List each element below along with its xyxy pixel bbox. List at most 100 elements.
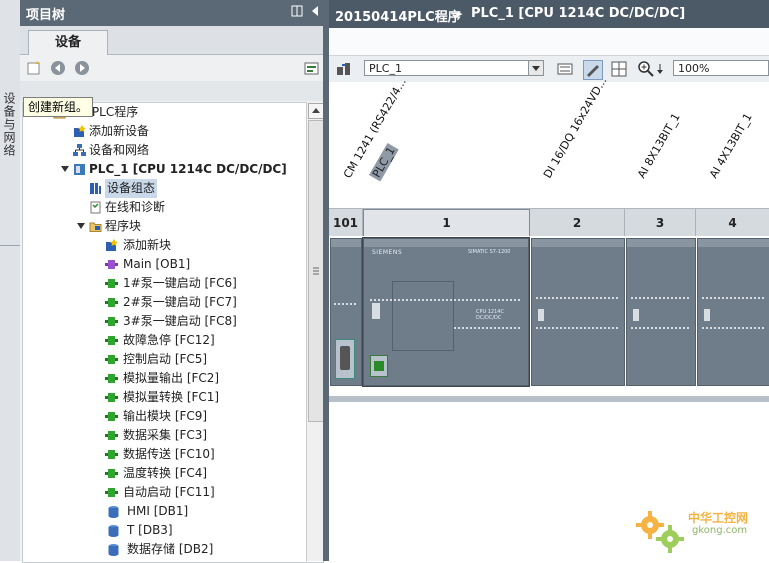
- fc-block-icon: [105, 410, 118, 423]
- tree-scrollbar[interactable]: [306, 102, 324, 561]
- tree-item-label: 数据传送 [FC10]: [123, 447, 215, 461]
- forward-icon[interactable]: [74, 60, 90, 76]
- tree-item-device-config[interactable]: 设备组态: [27, 179, 317, 198]
- fc-block-icon: [105, 486, 118, 499]
- side-strip-label[interactable]: 设备与网络: [2, 92, 18, 157]
- tree-item-add-device[interactable]: 添加新设备: [27, 122, 317, 141]
- fc-block-icon: [105, 391, 118, 404]
- tree-item-label: 程序块: [105, 219, 142, 233]
- side-strip-divider: [0, 245, 20, 246]
- fc-block-icon: [105, 296, 118, 309]
- slot-4[interactable]: 4: [696, 209, 769, 237]
- db-block-icon: [107, 524, 120, 537]
- fc-block-icon: [105, 353, 118, 366]
- module-ai4x13bit[interactable]: [697, 238, 769, 386]
- tree-item-label: 数据存储 [DB2]: [127, 542, 214, 556]
- device-config-icon: [89, 182, 102, 195]
- chevron-down-icon[interactable]: [528, 61, 543, 75]
- tree-item-ob-block[interactable]: Main [OB1]: [27, 255, 317, 274]
- expand-arrow-icon[interactable]: [77, 223, 85, 229]
- split-view-icon[interactable]: [290, 5, 304, 19]
- tree-item-db-block[interactable]: HMI [DB1]: [27, 502, 317, 521]
- side-strip: 设备与网络: [0, 0, 21, 561]
- device-select[interactable]: PLC_1: [364, 60, 544, 76]
- tree-item-fc-block[interactable]: 模拟量转换 [FC1]: [27, 388, 317, 407]
- slot-3[interactable]: 3: [625, 209, 696, 237]
- tree-item-label: Main [OB1]: [123, 257, 191, 271]
- tree-item-fc-block[interactable]: 2#泵一键启动 [FC7]: [27, 293, 317, 312]
- tree-item-fc-block[interactable]: 模拟量输出 [FC2]: [27, 369, 317, 388]
- tree-item-fc-block[interactable]: 输出模块 [FC9]: [27, 407, 317, 426]
- module-top-strip: [331, 239, 361, 247]
- tab-devices[interactable]: 设备: [28, 30, 108, 55]
- module-label-plc[interactable]: PLC_1: [369, 142, 399, 182]
- zoom-dropdown-icon[interactable]: [655, 61, 665, 77]
- tree-item-db-block[interactable]: T [DB3]: [27, 521, 317, 540]
- tree-item-fc-block[interactable]: 自动启动 [FC11]: [27, 483, 317, 502]
- module-led-row: [702, 297, 766, 299]
- scroll-up-button[interactable]: [308, 103, 324, 119]
- collapse-left-icon[interactable]: [308, 5, 322, 19]
- network-view-icon[interactable]: [336, 61, 352, 77]
- zoom-value: 100%: [678, 62, 710, 75]
- tree-item-fc-block[interactable]: 故障急停 [FC12]: [27, 331, 317, 350]
- zoom-select[interactable]: 100%: [673, 60, 769, 76]
- module-cpu-1214c[interactable]: SIEMENS SIMATIC S7-1200 CPU 1214C DC/DC/…: [362, 237, 530, 387]
- tree-settings-icon[interactable]: [304, 60, 320, 76]
- grid-icon[interactable]: [611, 61, 627, 77]
- module-labels: CM 1241 (RS422/4... PLC_1 DI 16/DQ 16x24…: [329, 75, 769, 208]
- scroll-thumb[interactable]: [308, 120, 324, 422]
- tree-item-fc-block[interactable]: 1#泵一键启动 [FC6]: [27, 274, 317, 293]
- module-cm1241[interactable]: [330, 238, 362, 386]
- tree-item-online-diagnostics[interactable]: 在线和诊断: [27, 198, 317, 217]
- module-led-row: [536, 297, 620, 299]
- cpu-model-label: SIMATIC S7-1200: [468, 249, 511, 255]
- tree-item-label: 温度转换 [FC4]: [123, 466, 208, 480]
- cpu-output-leds: [454, 327, 520, 329]
- back-icon[interactable]: [50, 60, 66, 76]
- tree-item-fc-block[interactable]: 温度转换 [FC4]: [27, 464, 317, 483]
- tree-item-fc-block[interactable]: 数据采集 [FC3]: [27, 426, 317, 445]
- tree-item-label: 设备和网络: [89, 143, 150, 157]
- slot-101[interactable]: 101: [329, 209, 363, 237]
- db-block-icon: [107, 505, 120, 518]
- tree-item-db-block[interactable]: 数据存储 [DB2]: [27, 540, 317, 559]
- tree-item-label: PLC_1 [CPU 1214C DC/DC/DC]: [89, 162, 287, 176]
- editor-tab-area: [329, 28, 769, 56]
- tree-item-fc-block[interactable]: 3#泵一键启动 [FC8]: [27, 312, 317, 331]
- module-label-ai8[interactable]: AI 8X13BIT_1: [635, 111, 683, 181]
- breadcrumb: 20150414PLC程序 ▸ PLC_1 [CPU 1214C DC/DC/D…: [329, 0, 769, 28]
- module-di16-dq16[interactable]: [531, 238, 625, 386]
- tree-item-add-block[interactable]: 添加新块: [27, 236, 317, 255]
- tree-item-devices-networks[interactable]: 设备和网络: [27, 141, 317, 160]
- breadcrumb-project[interactable]: 20150414PLC程序: [335, 6, 461, 25]
- tree-item-plc[interactable]: PLC_1 [CPU 1214C DC/DC/DC]: [27, 160, 317, 179]
- breadcrumb-device[interactable]: PLC_1 [CPU 1214C DC/DC/DC]: [471, 6, 685, 21]
- module-label-ai4[interactable]: AI 4X13BIT_1: [707, 111, 755, 181]
- fc-block-icon: [105, 467, 118, 480]
- module-top-strip: [364, 239, 528, 247]
- module-label-di-dq[interactable]: DI 16/DQ 16x24VD...: [541, 75, 610, 181]
- module-ai8x13bit[interactable]: [626, 238, 696, 386]
- expand-arrow-icon[interactable]: [61, 166, 69, 172]
- fc-block-icon: [105, 315, 118, 328]
- watermark-title: 中华工控网: [688, 511, 749, 525]
- tree-item-fc-block[interactable]: 控制启动 [FC5]: [27, 350, 317, 369]
- module-top-strip: [532, 239, 624, 247]
- tree-item-label: HMI [DB1]: [127, 504, 189, 518]
- slot-1[interactable]: 1: [363, 209, 530, 237]
- tree-item-fc-block[interactable]: 数据传送 [FC10]: [27, 445, 317, 464]
- project-tree-panel: 项目树 设备 414PLC程序 添加新设备 设备和网络 PLC_1 [CPU 1…: [20, 0, 327, 563]
- device-rack: SIEMENS SIMATIC S7-1200 CPU 1214C DC/DC/…: [329, 236, 769, 396]
- folder-icon: [89, 220, 102, 233]
- new-group-icon[interactable]: [26, 60, 42, 76]
- tree-item-program-blocks[interactable]: 程序块: [27, 217, 317, 236]
- slot-2[interactable]: 2: [530, 209, 625, 237]
- rack-icon[interactable]: [557, 61, 573, 77]
- module-top-strip: [698, 239, 769, 247]
- device-view-editor: 20150414PLC程序 ▸ PLC_1 [CPU 1214C DC/DC/D…: [329, 0, 769, 561]
- zoom-in-icon[interactable]: [638, 61, 654, 77]
- tree-item-label: 设备组态: [105, 179, 158, 198]
- fc-block-icon: [105, 448, 118, 461]
- gear-logo-icon: [636, 511, 684, 553]
